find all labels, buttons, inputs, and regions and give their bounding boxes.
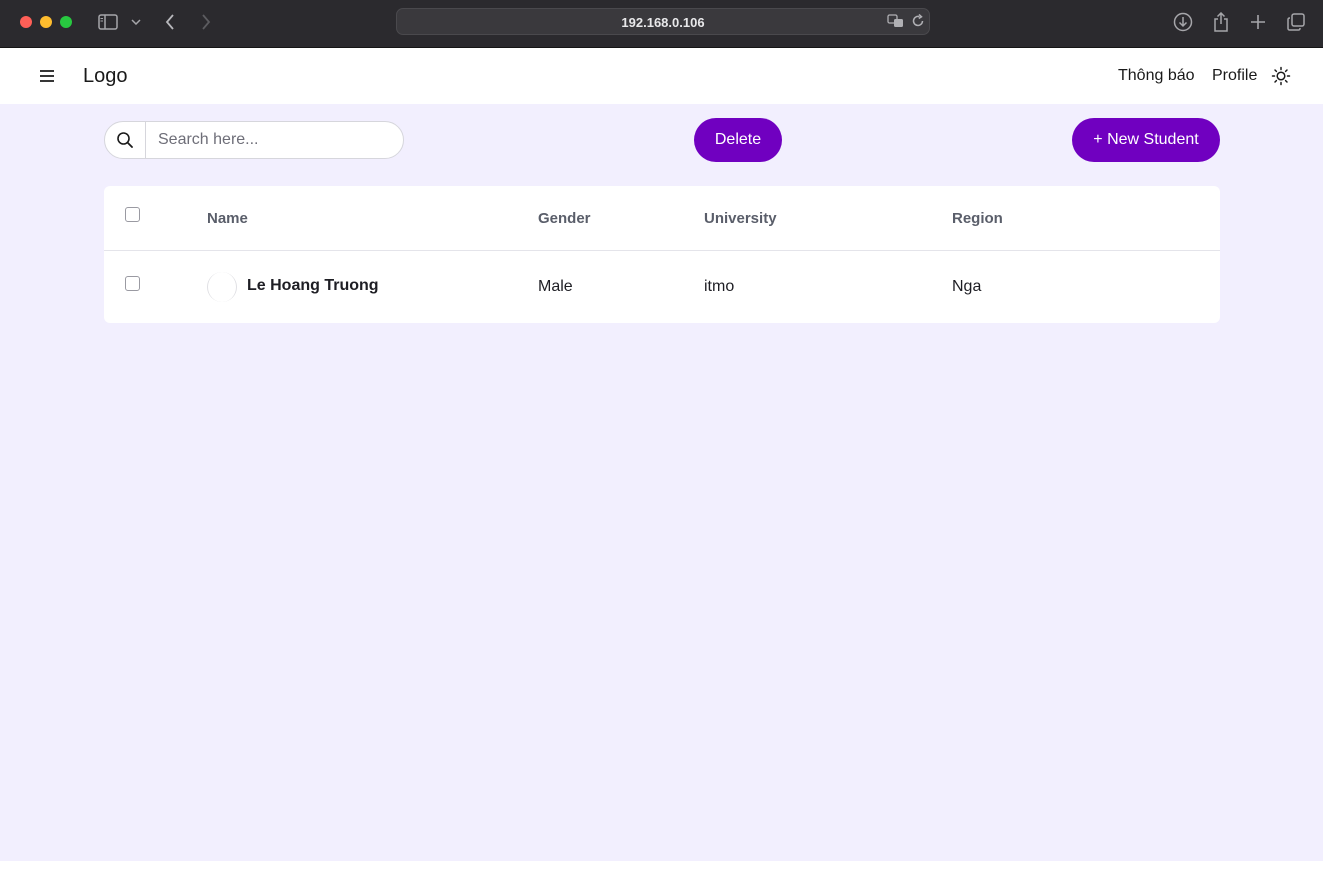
search-box bbox=[104, 121, 404, 159]
column-header-name[interactable]: Name bbox=[207, 210, 248, 227]
close-window-button[interactable] bbox=[20, 16, 32, 28]
back-icon[interactable] bbox=[160, 10, 180, 34]
delete-button[interactable]: Delete bbox=[694, 118, 782, 162]
reload-icon[interactable] bbox=[911, 13, 925, 33]
sun-icon[interactable] bbox=[1271, 66, 1291, 86]
address-bar[interactable]: 192.168.0.106 bbox=[396, 8, 930, 35]
select-all-checkbox[interactable] bbox=[125, 207, 140, 222]
students-table: Name Gender University Region Le Hoang T… bbox=[104, 186, 1220, 323]
column-header-university[interactable]: University bbox=[704, 210, 777, 227]
address-url: 192.168.0.106 bbox=[621, 15, 705, 30]
sidebar-toggle-icon[interactable] bbox=[96, 10, 120, 34]
forward-icon[interactable] bbox=[196, 10, 216, 34]
logo[interactable]: Logo bbox=[83, 65, 128, 88]
column-header-gender[interactable]: Gender bbox=[538, 210, 591, 227]
student-region: Nga bbox=[952, 278, 982, 295]
hamburger-icon[interactable] bbox=[38, 67, 56, 85]
student-name[interactable]: Le Hoang Truong bbox=[247, 277, 379, 295]
student-university: itmo bbox=[704, 278, 735, 295]
bottom-edge bbox=[0, 861, 1323, 871]
tab-overview-icon[interactable] bbox=[1285, 10, 1307, 34]
nav-notifications[interactable]: Thông báo bbox=[1118, 67, 1195, 85]
zoom-window-button[interactable] bbox=[60, 16, 72, 28]
nav-profile[interactable]: Profile bbox=[1212, 67, 1257, 85]
search-input[interactable] bbox=[147, 122, 397, 158]
table-row[interactable]: Le Hoang Truong Male itmo Nga bbox=[104, 252, 1220, 323]
avatar bbox=[207, 272, 237, 302]
minimize-window-button[interactable] bbox=[40, 16, 52, 28]
new-student-button[interactable]: + New Student bbox=[1072, 118, 1220, 162]
search-icon[interactable] bbox=[105, 122, 146, 158]
translate-icon[interactable] bbox=[887, 14, 905, 33]
new-tab-icon[interactable] bbox=[1247, 10, 1269, 34]
share-icon[interactable] bbox=[1210, 10, 1232, 34]
column-header-region[interactable]: Region bbox=[952, 210, 1003, 227]
download-icon[interactable] bbox=[1172, 10, 1194, 34]
table-header: Name Gender University Region bbox=[104, 186, 1220, 251]
app-header: Logo Thông báo Profile bbox=[0, 49, 1323, 104]
browser-toolbar: 192.168.0.106 bbox=[0, 0, 1323, 48]
main-content: Delete + New Student Name Gender Univers… bbox=[0, 104, 1323, 861]
chevron-down-icon[interactable] bbox=[130, 10, 142, 34]
student-gender: Male bbox=[538, 278, 573, 295]
row-checkbox[interactable] bbox=[125, 276, 140, 291]
